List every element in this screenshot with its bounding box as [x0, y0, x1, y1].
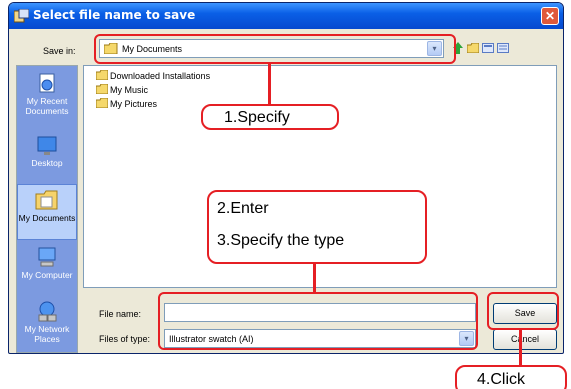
save-in-highlight [94, 34, 456, 64]
folder-icon [96, 84, 108, 94]
folder-icon [96, 98, 108, 108]
callout-enter-type: 2.Enter 3.Specify the type [207, 190, 427, 264]
file-name-label: File name: [99, 309, 142, 319]
dialog-title: Select file name to save [33, 8, 196, 22]
toolbar [453, 41, 511, 55]
my-computer-icon [38, 247, 56, 267]
place-my-network-places[interactable]: My Network Places [17, 296, 77, 352]
desktop-icon [37, 136, 57, 155]
place-my-documents[interactable]: My Documents [17, 184, 77, 240]
place-my-recent-documents[interactable]: My Recent Documents [17, 68, 77, 124]
view-menu-icon[interactable] [497, 43, 509, 53]
file-name: My Pictures [110, 99, 158, 109]
file-name: My Music [110, 85, 148, 95]
file-name: Downloaded Installations [110, 71, 211, 81]
place-my-computer[interactable]: My Computer [17, 242, 77, 298]
file-fields-highlight [158, 292, 478, 350]
save-button-highlight [487, 292, 559, 330]
callout-connector [519, 330, 522, 365]
callout-connector [268, 64, 271, 104]
place-label: My Network Places [24, 324, 70, 344]
callout-click: 4.Click [455, 365, 567, 389]
new-folder-icon[interactable] [482, 43, 494, 53]
save-in-label: Save in: [43, 46, 76, 56]
my-documents-icon [35, 190, 58, 210]
place-label: My Recent Documents [25, 96, 69, 116]
title-bar[interactable]: Select file name to save ✕ [9, 3, 563, 29]
callout-label: 1.Specify [224, 109, 290, 126]
callout-label: 2.Enter [217, 200, 269, 217]
callout-label: 4.Click [477, 371, 526, 388]
callout-specify: 1.Specify [201, 104, 339, 130]
up-folder-icon[interactable] [467, 43, 479, 53]
app-icon [14, 9, 29, 23]
place-label: My Computer [21, 270, 73, 280]
callout-label: 3.Specify the type [217, 232, 345, 249]
place-desktop[interactable]: Desktop [17, 130, 77, 186]
folder-icon [96, 70, 108, 80]
place-label: My Documents [18, 213, 76, 223]
close-button[interactable]: ✕ [541, 7, 559, 25]
network-places-icon [38, 301, 57, 322]
cancel-button[interactable]: Cancel [493, 329, 557, 350]
recent-documents-icon [39, 73, 55, 93]
place-label: Desktop [31, 158, 63, 168]
callout-connector [313, 264, 316, 292]
file-type-label: Files of type: [99, 334, 151, 344]
places-bar: My Recent Documents Desktop My Documents… [16, 65, 78, 353]
